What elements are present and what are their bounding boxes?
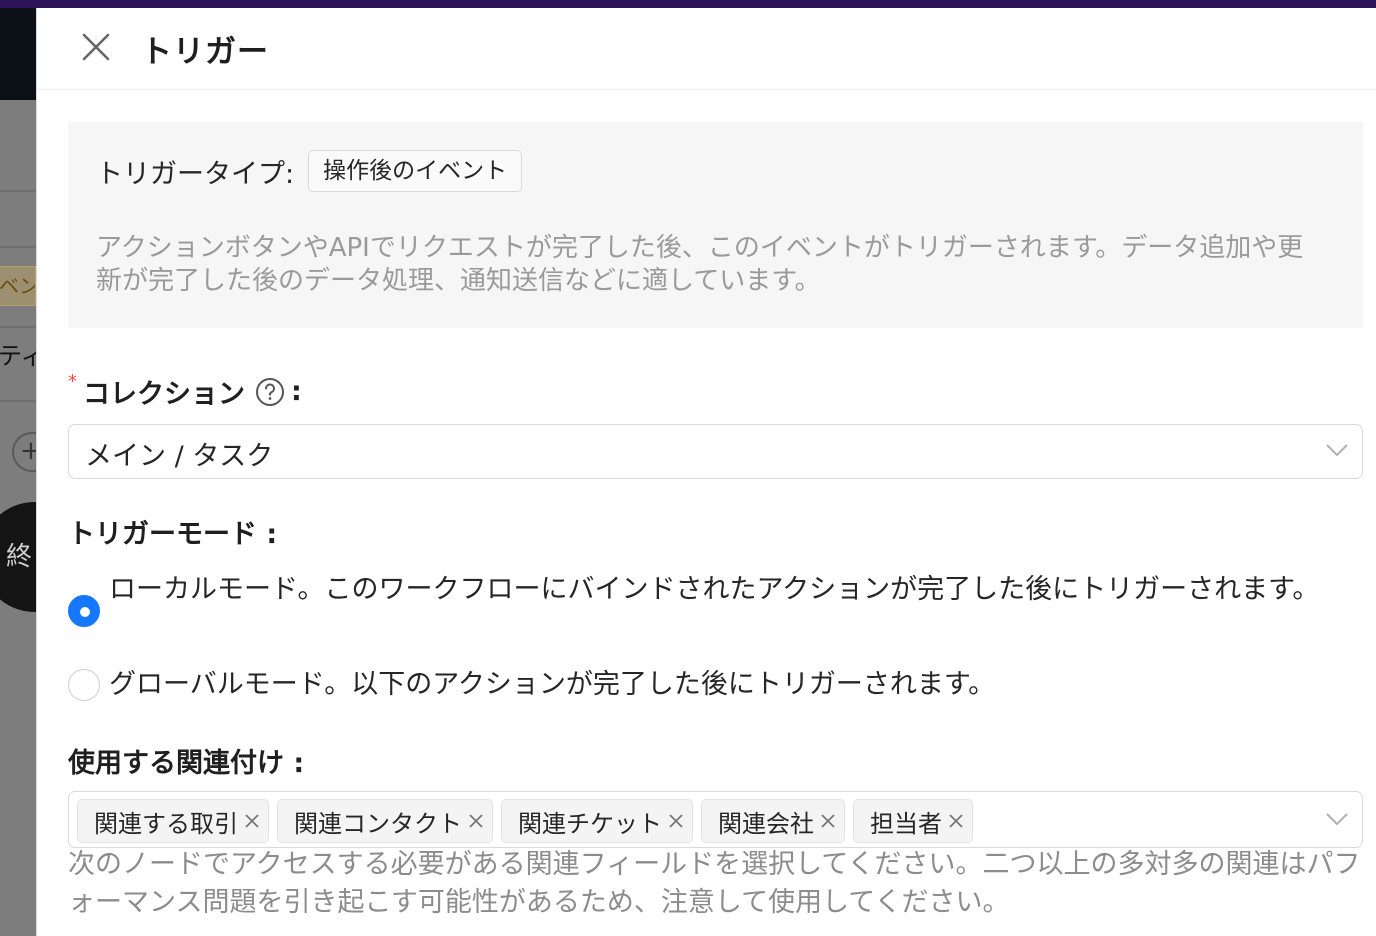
background-app: ベン ティ + 終	[0, 8, 36, 936]
trigger-type-panel: トリガータイプ: 操作後のイベント アクションボタンやAPIでリクエストが完了し…	[68, 122, 1363, 328]
tag-close-icon[interactable]	[948, 813, 964, 829]
association-tag-label: 関連コンタクト	[294, 809, 462, 838]
radio-global-mode-input[interactable]	[68, 669, 100, 701]
associations-help-text: 次のノードでアクセスする必要がある関連フィールドを選択してください。二つ以上の多…	[68, 849, 1361, 918]
tag-close-icon[interactable]	[468, 813, 484, 829]
close-icon	[82, 33, 110, 61]
trigger-drawer: トリガー トリガータイプ: 操作後のイベント アクションボタンやAPIでリクエス…	[36, 8, 1376, 936]
associations-label: 使用する関連付け :	[68, 748, 305, 779]
association-tag-label: 担当者	[870, 809, 942, 838]
background-end-node: 終	[0, 502, 36, 612]
associations-select[interactable]: 関連する取引 関連コンタクト 関連チケット 関連会社 担当者	[68, 791, 1363, 848]
association-tag: 関連会社	[701, 799, 845, 843]
tag-close-icon[interactable]	[820, 813, 836, 829]
tag-close-icon[interactable]	[244, 813, 260, 829]
trigger-type-row: トリガータイプ: 操作後のイベント	[96, 150, 523, 192]
chevron-down-icon	[1326, 444, 1348, 457]
trigger-mode-label: トリガーモード :	[68, 519, 278, 550]
association-tag: 関連する取引	[77, 799, 269, 843]
question-circle-icon[interactable]	[255, 377, 285, 407]
background-add-button: +	[12, 432, 36, 472]
background-divider	[0, 190, 36, 192]
trigger-type-description: アクションボタンやAPIでリクエストが完了した後、このイベントがトリガーされます…	[96, 233, 1304, 296]
association-tag-label: 関連会社	[718, 809, 814, 838]
close-button[interactable]	[77, 28, 115, 66]
associations-tags: 関連する取引 関連コンタクト 関連チケット 関連会社 担当者	[77, 799, 973, 843]
radio-local-mode-input[interactable]	[68, 595, 100, 627]
drawer-title: トリガー	[141, 34, 269, 70]
background-header	[0, 8, 36, 100]
drawer-header: トリガー	[37, 8, 1376, 90]
radio-global-mode[interactable]: グローバルモード。以下のアクションが完了した後にトリガーされます。	[68, 663, 1328, 706]
trigger-type-label: トリガータイプ:	[96, 158, 295, 190]
collection-label-row: * コレクション :	[68, 371, 302, 411]
association-tag: 関連コンタクト	[277, 799, 493, 843]
collection-label: コレクション	[83, 379, 245, 410]
association-tag-label: 関連チケット	[518, 809, 662, 838]
app-top-bar	[0, 0, 1376, 8]
background-divider	[0, 246, 36, 248]
association-tag-label: 関連する取引	[94, 809, 238, 838]
association-tag: 関連チケット	[501, 799, 693, 843]
required-mark: *	[68, 371, 77, 392]
collection-select-value: メイン / タスク	[85, 441, 274, 472]
radio-local-mode-label: ローカルモード。このワークフローにバインドされたアクションが完了した後にトリガー…	[109, 574, 1320, 605]
association-tag: 担当者	[853, 799, 973, 843]
background-badge: ベン	[0, 266, 36, 306]
background-divider	[0, 400, 36, 402]
chevron-down-icon	[1326, 813, 1348, 826]
trigger-type-tag: 操作後のイベント	[308, 150, 523, 192]
tag-close-icon[interactable]	[668, 813, 684, 829]
radio-local-mode[interactable]: ローカルモード。このワークフローにバインドされたアクションが完了した後にトリガー…	[68, 568, 1328, 627]
background-divider	[0, 326, 36, 328]
collection-select[interactable]: メイン / タスク	[68, 424, 1363, 479]
radio-global-mode-label: グローバルモード。以下のアクションが完了した後にトリガーされます。	[109, 669, 996, 700]
background-text: ティ	[0, 342, 36, 370]
collection-label-colon: :	[291, 376, 302, 407]
